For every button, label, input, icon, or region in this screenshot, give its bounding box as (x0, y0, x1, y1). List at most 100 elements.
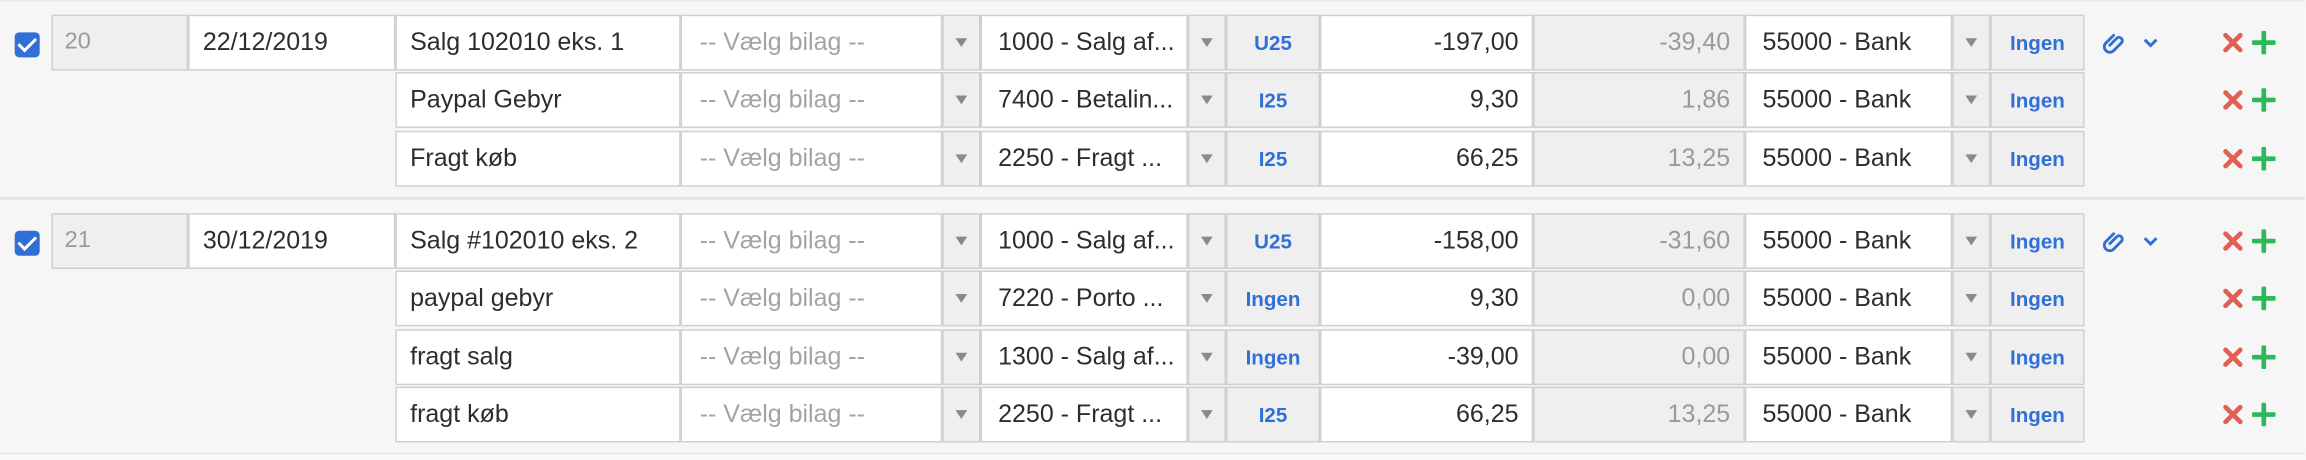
contra-account-select[interactable]: 55000 - Bank (1744, 130, 1953, 187)
account-select[interactable]: 1000 - Salg af... (980, 213, 1188, 270)
voucher-select[interactable]: -- Vælg bilag -- (680, 386, 943, 443)
account-dropdown-button[interactable] (1187, 14, 1226, 71)
contra-account-select[interactable]: 55000 - Bank (1744, 213, 1953, 270)
account-dropdown-button[interactable] (1187, 72, 1226, 128)
entry-checkbox[interactable] (14, 230, 40, 256)
add-plus-icon[interactable] (2252, 147, 2276, 171)
amount-field[interactable]: -158,00 (1320, 213, 1534, 270)
date-field[interactable]: 22/12/2019 (188, 14, 396, 71)
vat-amount-field: 0,00 (1533, 270, 1745, 327)
description-field[interactable]: paypal gebyr (395, 270, 681, 327)
add-plus-icon[interactable] (2252, 402, 2276, 427)
entry-number-field: 20 (51, 14, 189, 71)
contra-account-dropdown-button[interactable] (1952, 386, 1991, 443)
account-dropdown-button[interactable] (1187, 130, 1226, 187)
voucher-select[interactable]: -- Vælg bilag -- (680, 213, 943, 270)
amount-field[interactable]: -39,00 (1320, 329, 1534, 386)
description-field[interactable]: fragt køb (395, 386, 681, 443)
delete-x-icon[interactable] (2223, 347, 2244, 368)
vat-code-button[interactable]: I25 (1225, 72, 1321, 128)
date-field[interactable]: 30/12/2019 (188, 213, 396, 270)
entry-line: fragt salg -- Vælg bilag -- 1300 - Salg … (0, 329, 2305, 388)
contra-account-dropdown-button[interactable] (1952, 329, 1991, 386)
vat-code-button[interactable]: U25 (1225, 213, 1321, 270)
contra-vat-code-button[interactable]: Ingen (1990, 270, 2085, 327)
paperclip-icon[interactable] (2102, 31, 2128, 57)
delete-x-icon[interactable] (2223, 148, 2244, 169)
delete-x-icon[interactable] (2223, 90, 2244, 111)
contra-vat-code-button[interactable]: Ingen (1990, 130, 2085, 187)
voucher-dropdown-button[interactable] (942, 72, 981, 128)
account-dropdown-button[interactable] (1187, 213, 1226, 270)
contra-account-select[interactable]: 55000 - Bank (1744, 270, 1953, 327)
add-plus-icon[interactable] (2252, 88, 2276, 112)
account-dropdown-button[interactable] (1187, 270, 1226, 327)
vat-code-button[interactable]: Ingen (1225, 270, 1321, 327)
contra-account-select[interactable]: 55000 - Bank (1744, 329, 1953, 386)
contra-account-select[interactable]: 55000 - Bank (1744, 14, 1953, 71)
voucher-dropdown-button[interactable] (942, 14, 981, 71)
contra-account-dropdown-button[interactable] (1952, 72, 1991, 128)
entry-line: 21 30/12/2019 Salg #102010 eks. 2 -- Væl… (0, 213, 2305, 272)
contra-vat-code-button[interactable]: Ingen (1990, 72, 2085, 128)
add-plus-icon[interactable] (2252, 229, 2276, 253)
amount-field[interactable]: -197,00 (1320, 14, 1534, 71)
contra-vat-code-button[interactable]: Ingen (1990, 386, 2085, 443)
delete-x-icon[interactable] (2223, 288, 2244, 309)
voucher-select[interactable]: -- Vælg bilag -- (680, 329, 943, 386)
entry-line: fragt køb -- Vælg bilag -- 2250 - Fragt … (0, 386, 2305, 446)
account-select[interactable]: 1000 - Salg af... (980, 14, 1188, 71)
account-select[interactable]: 2250 - Fragt ... (980, 386, 1188, 443)
add-plus-icon[interactable] (2252, 345, 2276, 369)
vat-amount-field: 13,25 (1533, 386, 1745, 443)
amount-field[interactable]: 66,25 (1320, 130, 1534, 187)
voucher-dropdown-button[interactable] (942, 130, 981, 187)
amount-field[interactable]: 66,25 (1320, 386, 1534, 443)
description-field[interactable]: Salg 102010 eks. 1 (395, 14, 681, 71)
account-select[interactable]: 7400 - Betalin... (980, 72, 1188, 128)
account-dropdown-button[interactable] (1187, 329, 1226, 386)
account-dropdown-button[interactable] (1187, 386, 1226, 443)
vat-code-button[interactable]: Ingen (1225, 329, 1321, 386)
add-plus-icon[interactable] (2252, 286, 2276, 311)
contra-vat-code-button[interactable]: Ingen (1990, 213, 2085, 270)
vat-code-button[interactable]: I25 (1225, 386, 1321, 443)
delete-x-icon[interactable] (2223, 32, 2244, 53)
contra-account-dropdown-button[interactable] (1952, 14, 1991, 71)
voucher-select[interactable]: -- Vælg bilag -- (680, 14, 943, 71)
contra-vat-code-button[interactable]: Ingen (1990, 329, 2085, 386)
account-select[interactable]: 7220 - Porto ... (980, 270, 1188, 327)
vat-code-button[interactable]: I25 (1225, 130, 1321, 187)
paperclip-icon[interactable] (2102, 229, 2128, 255)
contra-vat-code-button[interactable]: Ingen (1990, 14, 2085, 71)
description-field[interactable]: Paypal Gebyr (395, 72, 681, 128)
chevron-down-icon[interactable] (2142, 34, 2160, 52)
delete-x-icon[interactable] (2223, 231, 2244, 252)
delete-x-icon[interactable] (2223, 404, 2244, 425)
contra-account-select[interactable]: 55000 - Bank (1744, 386, 1953, 443)
add-plus-icon[interactable] (2252, 30, 2276, 55)
vat-code-button[interactable]: U25 (1225, 14, 1321, 71)
contra-account-dropdown-button[interactable] (1952, 270, 1991, 327)
amount-field[interactable]: 9,30 (1320, 270, 1534, 327)
description-field[interactable]: Fragt køb (395, 130, 681, 187)
description-field[interactable]: Salg #102010 eks. 2 (395, 213, 681, 270)
entry-checkbox[interactable] (14, 32, 40, 58)
voucher-select[interactable]: -- Vælg bilag -- (680, 270, 943, 327)
contra-account-select[interactable]: 55000 - Bank (1744, 72, 1953, 128)
account-select[interactable]: 1300 - Salg af... (980, 329, 1188, 386)
caret-down-icon (1200, 154, 1213, 164)
voucher-dropdown-button[interactable] (942, 386, 981, 443)
voucher-dropdown-button[interactable] (942, 270, 981, 327)
contra-account-dropdown-button[interactable] (1952, 130, 1991, 187)
voucher-dropdown-button[interactable] (942, 329, 981, 386)
account-select[interactable]: 2250 - Fragt ... (980, 130, 1188, 187)
chevron-down-icon[interactable] (2142, 232, 2160, 250)
voucher-dropdown-button[interactable] (942, 213, 981, 270)
entry-group: 21 30/12/2019 Salg #102010 eks. 2 -- Væl… (0, 198, 2305, 455)
voucher-select[interactable]: -- Vælg bilag -- (680, 72, 943, 128)
description-field[interactable]: fragt salg (395, 329, 681, 386)
amount-field[interactable]: 9,30 (1320, 72, 1534, 128)
contra-account-dropdown-button[interactable] (1952, 213, 1991, 270)
voucher-select[interactable]: -- Vælg bilag -- (680, 130, 943, 187)
